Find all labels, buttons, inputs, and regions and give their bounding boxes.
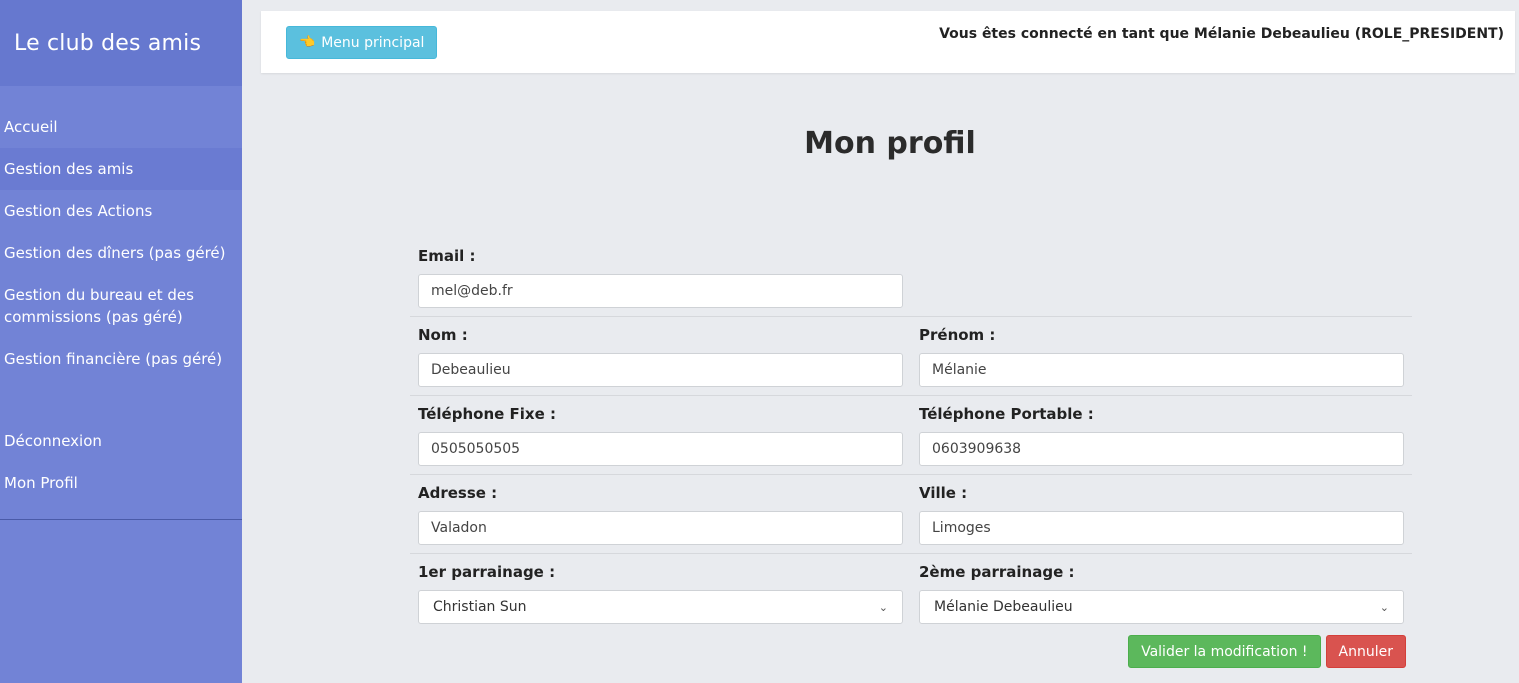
brand-title[interactable]: Le club des amis	[0, 0, 242, 86]
tel-fixe-input[interactable]: 0505050505	[418, 432, 903, 466]
chevron-down-icon: ⌄	[1379, 600, 1389, 614]
top-bar: 👈 Menu principal Vous êtes connecté en t…	[261, 11, 1515, 73]
tel-portable-label: Téléphone Portable :	[919, 405, 1094, 423]
email-group: Email : mel@deb.fr	[418, 246, 903, 308]
sidebar-divider	[0, 519, 242, 520]
nom-input[interactable]: Debeaulieu	[418, 353, 903, 387]
sidebar-item-mon-profil[interactable]: Mon Profil	[0, 462, 242, 504]
chevron-down-icon: ⌄	[878, 600, 888, 614]
tel-portable-input[interactable]: 0603909638	[919, 432, 1404, 466]
sidebar-item-gestion-financiere[interactable]: Gestion financière (pas géré)	[0, 338, 242, 380]
ville-group: Ville : Limoges	[919, 483, 1404, 545]
sidebar-item-accueil[interactable]: Accueil	[0, 106, 242, 148]
sidebar-item-gestion-diners[interactable]: Gestion des dîners (pas géré)	[0, 232, 242, 274]
email-label: Email :	[418, 247, 476, 265]
prenom-input[interactable]: Mélanie	[919, 353, 1404, 387]
adresse-group: Adresse : Valadon	[418, 483, 903, 545]
ville-label: Ville :	[919, 484, 968, 502]
annuler-button[interactable]: Annuler	[1325, 635, 1406, 668]
hand-pointing-icon: 👈	[299, 35, 316, 50]
form-row-nom-prenom: Nom : Debeaulieu Prénom : Mélanie	[410, 317, 1412, 396]
tel-fixe-group: Téléphone Fixe : 0505050505	[418, 404, 903, 466]
parrainage1-group: 1er parrainage : Christian Sun ⌄	[418, 562, 903, 624]
form-row-telephones: Téléphone Fixe : 0505050505 Téléphone Po…	[410, 396, 1412, 475]
parrainage2-value: Mélanie Debeaulieu	[934, 599, 1073, 615]
prenom-group: Prénom : Mélanie	[919, 325, 1404, 387]
sidebar-nav: Accueil Gestion des amis Gestion des Act…	[0, 106, 242, 504]
nom-group: Nom : Debeaulieu	[418, 325, 903, 387]
tel-portable-group: Téléphone Portable : 0603909638	[919, 404, 1404, 466]
email-input[interactable]: mel@deb.fr	[418, 274, 903, 308]
parrainage2-select[interactable]: Mélanie Debeaulieu ⌄	[919, 590, 1404, 624]
tel-fixe-label: Téléphone Fixe :	[418, 405, 556, 423]
form-actions: Valider la modification ! Annuler	[1128, 635, 1406, 668]
adresse-input[interactable]: Valadon	[418, 511, 903, 545]
prenom-label: Prénom :	[919, 326, 996, 344]
form-row-email: Email : mel@deb.fr	[410, 238, 1412, 317]
ville-input[interactable]: Limoges	[919, 511, 1404, 545]
sidebar-item-gestion-actions[interactable]: Gestion des Actions	[0, 190, 242, 232]
parrainage2-label: 2ème parrainage :	[919, 563, 1075, 581]
sidebar-item-gestion-amis[interactable]: Gestion des amis	[0, 148, 242, 190]
sidebar-item-deconnexion[interactable]: Déconnexion	[0, 420, 242, 462]
valider-modification-button[interactable]: Valider la modification !	[1128, 635, 1321, 668]
parrainage1-value: Christian Sun	[433, 599, 527, 615]
adresse-label: Adresse :	[418, 484, 498, 502]
menu-principal-button[interactable]: 👈 Menu principal	[286, 26, 438, 59]
sidebar: Le club des amis Accueil Gestion des ami…	[0, 0, 242, 683]
parrainage1-select[interactable]: Christian Sun ⌄	[418, 590, 903, 624]
parrainage1-label: 1er parrainage :	[418, 563, 556, 581]
parrainage2-group: 2ème parrainage : Mélanie Debeaulieu ⌄	[919, 562, 1404, 624]
sidebar-item-gestion-bureau[interactable]: Gestion du bureau et des commissions (pa…	[0, 274, 242, 338]
logged-in-user-info: Vous êtes connecté en tant que Mélanie D…	[939, 26, 1504, 42]
page-title: Mon profil	[804, 126, 976, 161]
nom-label: Nom :	[418, 326, 468, 344]
form-row-parrainages: 1er parrainage : Christian Sun ⌄ 2ème pa…	[410, 554, 1412, 632]
form-row-adresse-ville: Adresse : Valadon Ville : Limoges	[410, 475, 1412, 554]
profile-form: Email : mel@deb.fr Nom : Debeaulieu Prén…	[410, 238, 1412, 632]
menu-principal-label: Menu principal	[321, 34, 425, 51]
